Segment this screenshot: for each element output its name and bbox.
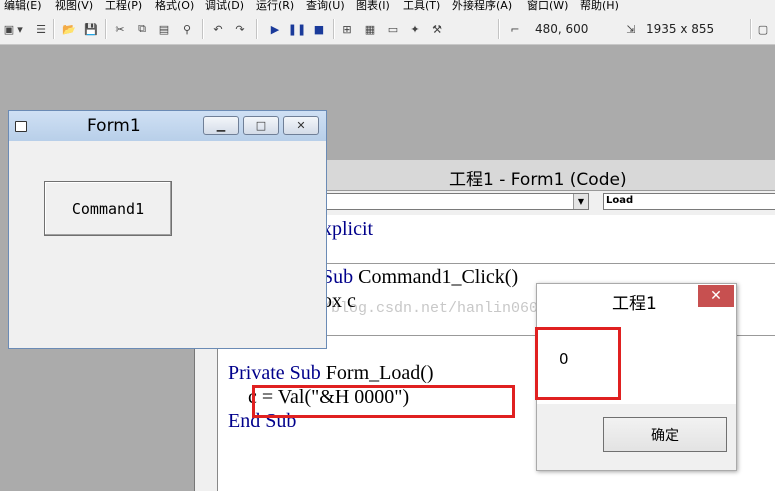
position-icon: ⌐ (510, 22, 520, 36)
find-icon[interactable]: ⚲ (180, 22, 194, 36)
stop-icon[interactable]: ■ (312, 22, 326, 36)
size-readout: 1935 x 855 (646, 22, 715, 36)
menu-item-edit[interactable]: 编辑(E) (4, 0, 42, 13)
dropdown-arrow-icon[interactable]: ▾ (16, 22, 24, 36)
procedure-combo[interactable]: Load (603, 193, 775, 210)
close-button[interactable]: ✕ (283, 116, 319, 135)
save-icon[interactable]: 💾 (84, 22, 98, 36)
menu-item-diagram[interactable]: 图表(I) (356, 0, 390, 13)
procedure-combo-value: Load (606, 195, 634, 206)
highlight-box-result (535, 327, 621, 400)
highlight-box-code (252, 385, 515, 418)
window-icon[interactable]: ▢ (756, 22, 770, 36)
object-combo[interactable]: ▼ (315, 193, 589, 210)
form1-title: Form1 (87, 116, 141, 136)
toolbar-separator (333, 19, 335, 39)
toolbar-separator (750, 19, 752, 39)
run-icon[interactable]: ▶ (268, 22, 282, 36)
undo-icon[interactable]: ↶ (211, 22, 225, 36)
pause-icon[interactable]: ❚❚ (288, 22, 306, 36)
code-line-1-text: xplicit (322, 218, 374, 240)
maximize-icon: □ (255, 119, 267, 132)
project-explorer-icon[interactable]: ⊞ (340, 22, 354, 36)
menu-item-addins[interactable]: 外接程序(A) (452, 0, 512, 13)
menu-item-query[interactable]: 查询(U) (306, 0, 345, 13)
code-line-4-text: Form_Load() (320, 362, 434, 384)
toolbar-separator (498, 19, 500, 39)
menu-item-run[interactable]: 运行(R) (256, 0, 294, 13)
toolbar-separator (105, 19, 107, 39)
toolbar-separator (53, 19, 55, 39)
paste-icon[interactable]: ▤ (157, 22, 171, 36)
add-project-icon[interactable]: ▣ (2, 22, 16, 36)
standard-toolbar: ▣ ▾ ☰ 📂 💾 ✂ ⧉ ▤ ⚲ ↶ ↷ ▶ ❚❚ ■ ⊞ ▦ ▭ ✦ ⚒ ⌐… (0, 13, 775, 45)
maximize-button[interactable]: □ (243, 116, 279, 135)
menu-item-view[interactable]: 视图(V) (55, 0, 93, 13)
menu-editor-icon[interactable]: ☰ (34, 22, 48, 36)
code-line-4: Private Sub Form_Load() (228, 362, 434, 385)
menu-item-debug[interactable]: 调试(D) (205, 0, 244, 13)
code-line-1: xplicit (322, 218, 373, 241)
menu-item-help[interactable]: 帮助(H) (580, 0, 619, 13)
chevron-down-icon[interactable]: ▼ (573, 194, 588, 209)
menu-item-tools[interactable]: 工具(T) (403, 0, 440, 13)
msgbox-title: 工程1 (612, 294, 657, 314)
form1-titlebar[interactable]: Form1 ▁ □ ✕ (9, 111, 326, 141)
minimize-button[interactable]: ▁ (203, 116, 239, 135)
form-layout-icon[interactable]: ▭ (386, 22, 400, 36)
code-line-4-keyword: Private Sub (228, 362, 321, 384)
minimize-icon: ▁ (216, 119, 226, 132)
redo-icon[interactable]: ↷ (233, 22, 247, 36)
toolbar-separator (256, 19, 258, 39)
ok-button[interactable]: 确定 (603, 417, 727, 452)
command1-button[interactable]: Command1 (44, 181, 172, 236)
close-icon: ✕ (710, 288, 722, 304)
msgbox-titlebar[interactable]: 工程1 ✕ (537, 284, 736, 314)
object-browser-icon[interactable]: ✦ (408, 22, 422, 36)
menu-item-project[interactable]: 工程(P) (105, 0, 142, 13)
position-readout: 480, 600 (535, 22, 589, 36)
menu-item-window[interactable]: 窗口(W) (527, 0, 568, 13)
size-icon: ⇲ (626, 22, 636, 36)
form-icon[interactable] (15, 121, 27, 132)
copy-icon[interactable]: ⧉ (135, 22, 149, 36)
code-window-title: 工程1 - Form1 (Code) (449, 170, 627, 190)
toolbox-icon[interactable]: ⚒ (430, 22, 444, 36)
form1-window: Form1 ▁ □ ✕ Command1 (8, 110, 327, 349)
menu-item-format[interactable]: 格式(O) (155, 0, 194, 13)
properties-icon[interactable]: ▦ (363, 22, 377, 36)
cut-icon[interactable]: ✂ (113, 22, 127, 36)
toolbar-separator (202, 19, 204, 39)
code-line-3: ox c (322, 290, 356, 313)
code-line-3-text: ox c (322, 290, 356, 312)
code-line-2-text: Command1_Click() (353, 266, 519, 288)
code-line-2: Sub Command1_Click() (322, 266, 518, 289)
msgbox-close-button[interactable]: ✕ (698, 285, 734, 307)
menu-bar: 编辑(E) 视图(V) 工程(P) 格式(O) 调试(D) 运行(R) 查询(U… (0, 0, 775, 13)
close-icon: ✕ (296, 119, 306, 132)
open-icon[interactable]: 📂 (62, 22, 76, 36)
